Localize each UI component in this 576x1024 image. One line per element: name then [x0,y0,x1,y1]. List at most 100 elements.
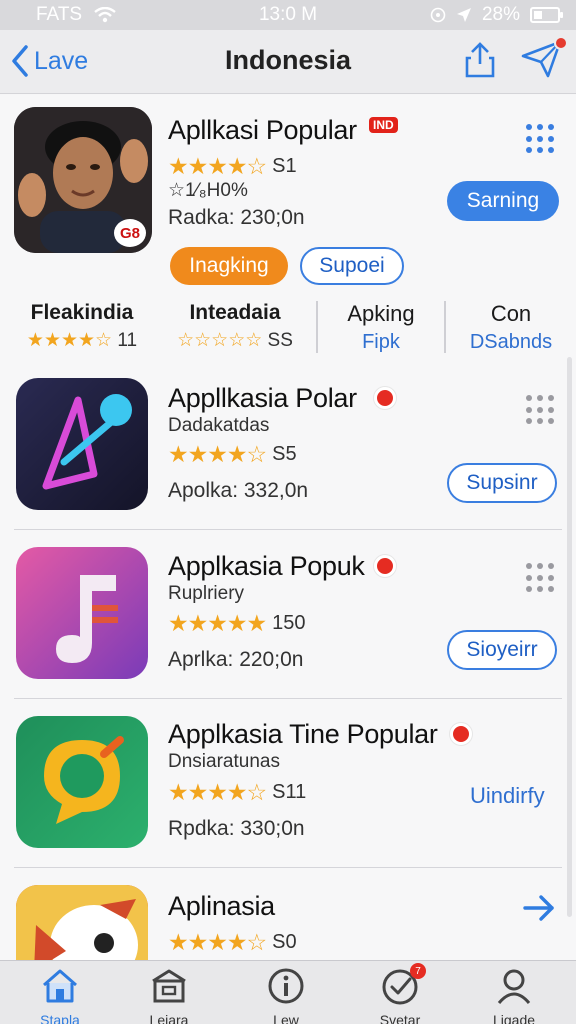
rating-value: S0 [272,931,297,953]
support-chip[interactable]: Supoei [300,247,404,285]
music-note-icon [56,575,118,663]
stat-link[interactable]: Fipk [322,331,440,354]
featured-primary-button[interactable]: Sarning [447,181,559,221]
share-button[interactable] [462,40,498,85]
app-title[interactable]: Appllkasia Polar [168,383,357,414]
rating-stars: ★★★★☆ [168,779,267,805]
app-meta: Aprlka: 220;0n [168,648,304,671]
app-subtitle: Ruplriery [168,583,245,604]
scrollbar[interactable] [567,357,572,917]
tab-label: Ligade [492,1012,536,1024]
send-button[interactable] [520,36,568,85]
tab-icon-wrap: 7 [380,963,426,1010]
chat-bubble-logo-icon [44,736,124,824]
lock-rotation-icon [430,7,446,23]
app-rating: ★★★★☆ S0 [168,929,297,956]
stat-stars: ☆☆☆☆☆ [177,330,263,351]
stat-rating: ★★★★☆ 11 [8,329,156,352]
clock: 13:0 M [258,4,318,25]
tab-bar: Stapla Leiara Lew 7 Svetar Ligade [0,960,576,1024]
triangle-logo-icon [42,394,132,490]
profile-icon [497,969,531,1004]
app-title[interactable]: Aplinasia [168,891,275,922]
divider [14,698,562,699]
app-rating: ★★★★☆ S5 [168,441,297,468]
app-list[interactable]: G8 Apllkasi Popular IND ★★★★☆ S1 ☆1⁄₈H0%… [0,95,576,960]
divider [14,529,562,530]
tab-badge: 7 [410,963,426,979]
new-badge [374,555,396,577]
country-badge: IND [369,117,398,133]
app-title[interactable]: Applkasia Popuk [168,551,365,582]
stat-item[interactable]: Con DSabnds [450,301,572,354]
new-badge [374,387,396,409]
more-button[interactable] [526,563,556,593]
tab-profile[interactable]: Ligade [464,967,564,1024]
rating-value: S11 [272,781,307,803]
app-icon[interactable] [16,716,148,848]
stat-heading: Fleakindia [30,301,134,324]
info-icon [268,968,304,1004]
app-meta: Apolka: 332,0n [168,479,309,502]
app-subtitle: Dadakatdas [168,415,270,436]
location-icon [456,8,471,22]
rating-value: S5 [272,443,297,465]
category-chip[interactable]: Inagking [170,247,288,285]
rating-stars: ★★★★☆ [168,929,267,955]
battery-percent: 28% [481,4,520,25]
tab-store[interactable]: Leiara [119,967,219,1024]
rating-value: S1 [272,155,297,177]
share-icon [465,42,495,78]
stat-heading: Apking [347,301,415,326]
featured-title[interactable]: Apllkasi Popular [168,115,357,146]
app-rating: ★★★★★ 150 [168,610,305,637]
divider [14,867,562,868]
rating-stars: ★★★★★ [168,610,267,636]
rating-stars: ★★★★☆ [168,153,267,179]
navigation-bar: Lave Indonesia [0,30,576,94]
featured-meta: Radka: 230;0n [168,206,305,229]
featured-more-button[interactable] [526,124,556,154]
app-meta: Rpdka: 330;0n [168,817,305,840]
stat-heading: Inteadaia [189,301,281,324]
featured-app-icon[interactable]: G8 [14,107,152,253]
stat-value: SS [267,330,293,351]
tab-info[interactable]: Lew [236,967,336,1024]
tab-label: Stapla [40,1012,80,1024]
bird-logo-icon [16,885,148,960]
stat-heading: Con [490,301,532,326]
stat-stars: ★★★★☆ [26,330,113,351]
action-button[interactable]: Sioyeirr [447,630,557,670]
rating-stars: ★★★★☆ [168,441,267,467]
app-title[interactable]: Applkasia Tine Popular [168,719,438,750]
open-arrow-button[interactable] [522,893,556,928]
more-button[interactable] [526,395,556,425]
arrow-right-icon [523,895,554,921]
action-button[interactable]: Supsinr [447,463,557,503]
stat-item: Inteadaia ☆☆☆☆☆ SS [160,301,310,352]
rating-value: 150 [272,612,306,634]
stat-item[interactable]: Apking Fipk [322,301,440,354]
battery-icon [530,7,563,23]
app-subtitle: Dnsiaratunas [168,751,280,772]
action-link[interactable]: Uindirfy [470,783,545,809]
app-icon[interactable] [16,378,148,510]
tab-updates[interactable]: 7 Svetar [350,963,450,1024]
tab-label: Leiara [149,1012,189,1024]
stat-link[interactable]: DSabnds [450,331,572,354]
app-icon[interactable] [16,885,148,960]
divider [316,301,318,353]
app-rating: ★★★★☆ S11 [168,779,306,806]
divider [444,301,446,353]
tab-home[interactable]: Stapla [10,967,110,1024]
stat-item: Fleakindia ★★★★☆ 11 [8,301,156,352]
tab-label: Svetar [379,1012,421,1024]
stat-rating: ☆☆☆☆☆ SS [160,329,310,352]
icon-corner-badge: G8 [114,219,146,247]
status-bar: FATS 13:0 M 28% [0,0,576,30]
featured-sub-rating: ☆1⁄₈H0% [168,180,248,201]
stat-value: 11 [117,330,138,351]
store-icon [152,969,186,1003]
tab-label: Lew [273,1012,299,1024]
app-icon[interactable] [16,547,148,679]
